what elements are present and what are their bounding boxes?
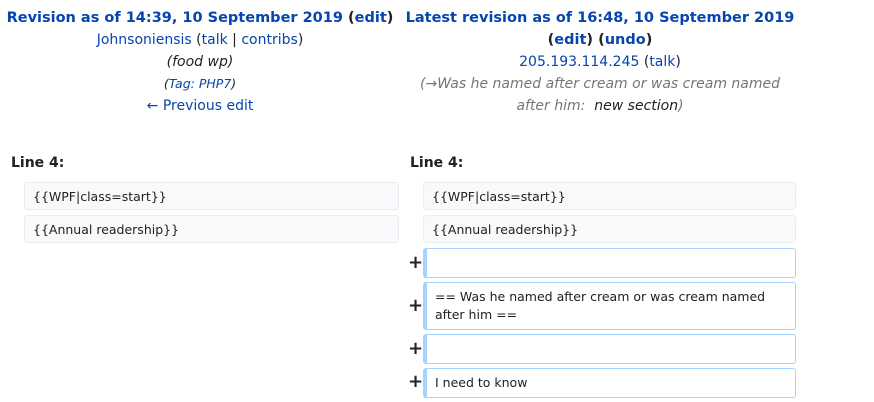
old-user-contribs-link[interactable]: contribs <box>241 32 297 48</box>
added-line-4: I need to know <box>423 368 796 398</box>
old-revision-summary: (food wp) <box>166 54 234 70</box>
summary-text: new section <box>594 98 679 114</box>
old-revision-link[interactable]: Revision as of 14:39, 10 September 2019 <box>7 10 343 26</box>
new-line-number: Line 4: <box>410 155 464 171</box>
previous-edit-link[interactable]: ← Previous edit <box>147 98 254 114</box>
new-user-talk-link[interactable]: talk <box>649 54 675 70</box>
old-edit-link[interactable]: edit <box>355 10 387 26</box>
added-line-3 <box>423 334 796 364</box>
new-revision-header: Latest revision as of 16:48, 10 Septembe… <box>400 0 800 117</box>
previous-edit-nav: ← Previous edit <box>0 95 400 117</box>
old-user-link[interactable]: Johnsoniensis <box>97 32 192 48</box>
new-edit-link[interactable]: edit <box>554 32 586 48</box>
old-context-line-1: {{WPF|class=start}} <box>24 182 399 210</box>
add-marker-3: + <box>408 338 424 359</box>
new-revision-link[interactable]: Latest revision as of 16:48, 10 Septembe… <box>406 10 795 26</box>
new-revision-actions: (edit) (undo) <box>547 32 653 48</box>
old-revision-tags: (Tag: PHP7) <box>163 76 237 91</box>
new-revision-title: Latest revision as of 16:48, 10 Septembe… <box>400 7 800 29</box>
added-line-1 <box>423 248 796 278</box>
add-marker-4: + <box>408 371 424 392</box>
new-user-link[interactable]: 205.193.114.245 <box>519 54 639 70</box>
old-line-number: Line 4: <box>11 155 65 171</box>
old-revision-user: Johnsoniensis (talk | contribs) <box>96 32 304 48</box>
add-marker-1: + <box>408 252 424 273</box>
new-context-line-1: {{WPF|class=start}} <box>423 182 796 210</box>
section-arrow-link[interactable]: → <box>425 76 437 92</box>
new-revision-user: 205.193.114.245 (talk) <box>519 54 681 70</box>
new-context-line-2: {{Annual readership}} <box>423 215 796 243</box>
undo-link[interactable]: undo <box>605 32 646 48</box>
tag-value[interactable]: PHP7 <box>199 76 231 91</box>
added-line-2: == Was he named after cream or was cream… <box>423 282 796 330</box>
old-context-line-2: {{Annual readership}} <box>24 215 399 243</box>
add-marker-2: + <box>408 295 424 316</box>
old-revision-header: Revision as of 14:39, 10 September 2019 … <box>0 0 400 117</box>
tag-label-link[interactable]: Tag: <box>169 76 195 91</box>
new-revision-summary: (→Was he named after cream or was cream … <box>420 76 780 114</box>
old-revision-title: Revision as of 14:39, 10 September 2019 … <box>6 10 394 26</box>
old-user-talk-link[interactable]: talk <box>202 32 228 48</box>
